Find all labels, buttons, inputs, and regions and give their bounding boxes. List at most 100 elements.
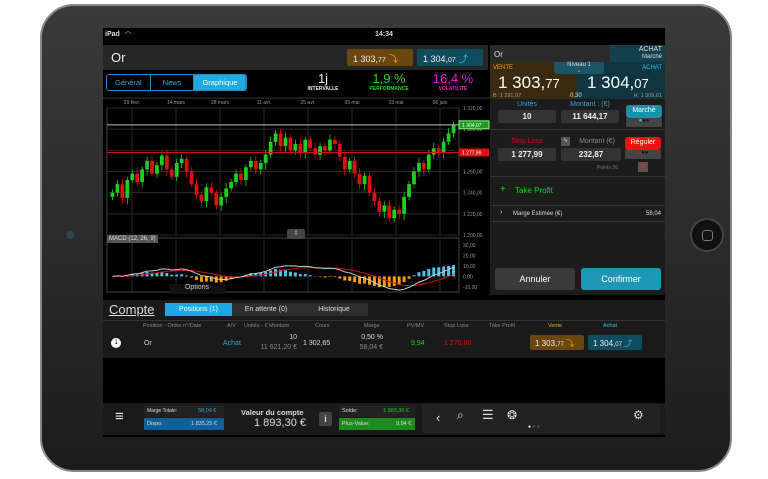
candle bbox=[214, 193, 218, 206]
candle bbox=[402, 197, 406, 214]
macd-signal-line bbox=[113, 268, 454, 286]
macd-frame bbox=[107, 238, 459, 292]
candle bbox=[116, 184, 120, 192]
x-tick-label: 06 juin bbox=[433, 100, 448, 106]
candle bbox=[289, 138, 293, 151]
candle bbox=[180, 159, 184, 163]
macd-histogram-bar bbox=[393, 276, 396, 285]
candle bbox=[229, 182, 233, 188]
home-button[interactable] bbox=[690, 218, 724, 252]
status-bar: iPad ◠ 14:34 bbox=[103, 28, 665, 42]
order-type: Marché bbox=[642, 54, 662, 60]
interval-stat[interactable]: 1jINTERVALLE bbox=[303, 71, 343, 92]
search-icon[interactable]: ⌕ bbox=[457, 408, 464, 423]
resize-handle[interactable]: ⇕ bbox=[287, 229, 305, 239]
candle bbox=[224, 188, 228, 196]
row-buy-price: 1 304, bbox=[593, 339, 615, 348]
arrow-up-icon: ⤴ bbox=[459, 54, 468, 64]
stop-type-dots[interactable]: ●●● bbox=[625, 150, 661, 159]
macd-histogram-bar bbox=[170, 275, 173, 277]
table-row[interactable]: 1 Or Achat 10 11 621,20 € 1 302,65 0,50 … bbox=[103, 332, 665, 356]
tab-pending[interactable]: En attente (0) bbox=[232, 303, 300, 316]
high-price: H: 1 309,61 bbox=[634, 93, 662, 99]
x-tick-label: 28 mars bbox=[211, 100, 230, 106]
confirm-button[interactable]: Confirmer bbox=[581, 268, 661, 290]
units-label: Unités bbox=[498, 101, 556, 108]
sell-price-button[interactable]: 1 303,77⤵ bbox=[347, 49, 413, 66]
take-profit-button[interactable]: Take Profit bbox=[515, 186, 553, 195]
market-button[interactable]: Marché bbox=[626, 105, 662, 118]
row-buy-button[interactable]: 1 304,07 ⤴ bbox=[588, 335, 642, 350]
back-icon[interactable]: ‹ bbox=[436, 410, 440, 425]
list-icon[interactable]: ☰ bbox=[482, 407, 494, 423]
macd-y-tick: -10,00 bbox=[463, 285, 477, 291]
macd-histogram-bar bbox=[422, 271, 425, 276]
info-button[interactable]: i bbox=[319, 412, 332, 426]
position-price: 1 302,65 bbox=[303, 340, 330, 347]
macd-histogram-bar bbox=[180, 274, 183, 276]
chevron-down-icon: ⌄ bbox=[577, 68, 581, 74]
macd-histogram-bar bbox=[225, 276, 228, 280]
amount-input[interactable]: 11 644,17 bbox=[561, 110, 619, 123]
macd-histogram-bar bbox=[165, 273, 168, 276]
account-value-label: Valeur du compte bbox=[241, 408, 304, 417]
candle bbox=[140, 169, 144, 182]
x-tick-label: 25 avr. bbox=[300, 100, 315, 106]
macd-y-tick: 20,00 bbox=[463, 254, 476, 260]
col-margin: Marge bbox=[364, 323, 380, 329]
order-type-dots[interactable]: ●●● bbox=[626, 118, 662, 127]
candle bbox=[338, 144, 342, 157]
sell-quote[interactable]: 1 303,77 bbox=[498, 73, 560, 93]
units-input[interactable]: 10 bbox=[498, 110, 556, 123]
volatility-value: 16,4 % bbox=[425, 71, 481, 86]
row-sell-button[interactable]: 1 303,77 ⤵ bbox=[530, 335, 584, 350]
candle bbox=[382, 205, 386, 211]
candle bbox=[422, 163, 426, 169]
y-tick-label: 1 240,00 bbox=[463, 191, 483, 197]
x-tick-label: 29 févr. bbox=[124, 100, 140, 106]
tab-general[interactable]: Général bbox=[107, 75, 151, 90]
col-buy: Achat bbox=[603, 323, 617, 329]
macd-histogram-bar bbox=[289, 272, 292, 277]
sell-price: 1 303, bbox=[353, 54, 378, 64]
stop-amount-input[interactable]: 232,87 bbox=[561, 148, 621, 161]
footer-bar: ≡ Marge Totale: 58,04 € Dispo: 1 835,25 … bbox=[103, 403, 665, 435]
buy-quote[interactable]: 1 304,07 bbox=[587, 73, 649, 93]
buy-price-button[interactable]: 1 304,07⤴ bbox=[417, 49, 483, 66]
price-chart[interactable]: 29 févr.14 mars28 mars11 avr.25 avr.09 m… bbox=[103, 94, 491, 296]
candle bbox=[185, 159, 189, 172]
close-icon[interactable]: ✕ bbox=[638, 162, 648, 172]
macd-histogram-bar bbox=[195, 276, 198, 279]
tab-news[interactable]: News bbox=[151, 75, 195, 90]
network-icon[interactable]: ❂ bbox=[507, 408, 517, 422]
macd-histogram-bar bbox=[175, 275, 178, 277]
chevron-right-icon[interactable]: › bbox=[500, 209, 502, 216]
cancel-button[interactable]: Annuler bbox=[495, 268, 575, 290]
account-title: Compte bbox=[109, 302, 155, 317]
sell-quote-big: 1 303, bbox=[498, 73, 545, 92]
tab-positions[interactable]: Positions (1) bbox=[165, 303, 232, 316]
candle bbox=[378, 201, 382, 212]
macd-histogram-bar bbox=[348, 276, 351, 280]
candle bbox=[313, 148, 317, 154]
y-tick-label: 1 320,00 bbox=[463, 106, 483, 112]
macd-y-tick: 0,00 bbox=[463, 274, 473, 280]
regulate-button[interactable]: Réguler bbox=[625, 137, 661, 150]
candle bbox=[452, 125, 456, 133]
macd-histogram-bar bbox=[437, 267, 440, 276]
menu-icon[interactable]: ≡ bbox=[115, 408, 124, 425]
toggle-mode-icon[interactable]: ∿ bbox=[561, 137, 570, 146]
gear-icon[interactable]: ⚙ bbox=[633, 408, 644, 422]
position-number: 1 bbox=[111, 338, 121, 348]
macd-histogram-bar bbox=[343, 276, 346, 280]
macd-histogram-bar bbox=[353, 276, 356, 282]
tab-graphique[interactable]: Graphique bbox=[194, 75, 246, 90]
tab-history[interactable]: Historique bbox=[300, 303, 368, 316]
candle bbox=[219, 197, 223, 205]
stop-loss-input[interactable]: 1 277,99 bbox=[498, 148, 556, 161]
buy-price: 1 304, bbox=[423, 54, 448, 64]
options-button[interactable]: Options bbox=[169, 284, 225, 294]
candle bbox=[308, 140, 312, 148]
candle bbox=[279, 133, 283, 146]
macd-histogram-bar bbox=[185, 275, 188, 276]
